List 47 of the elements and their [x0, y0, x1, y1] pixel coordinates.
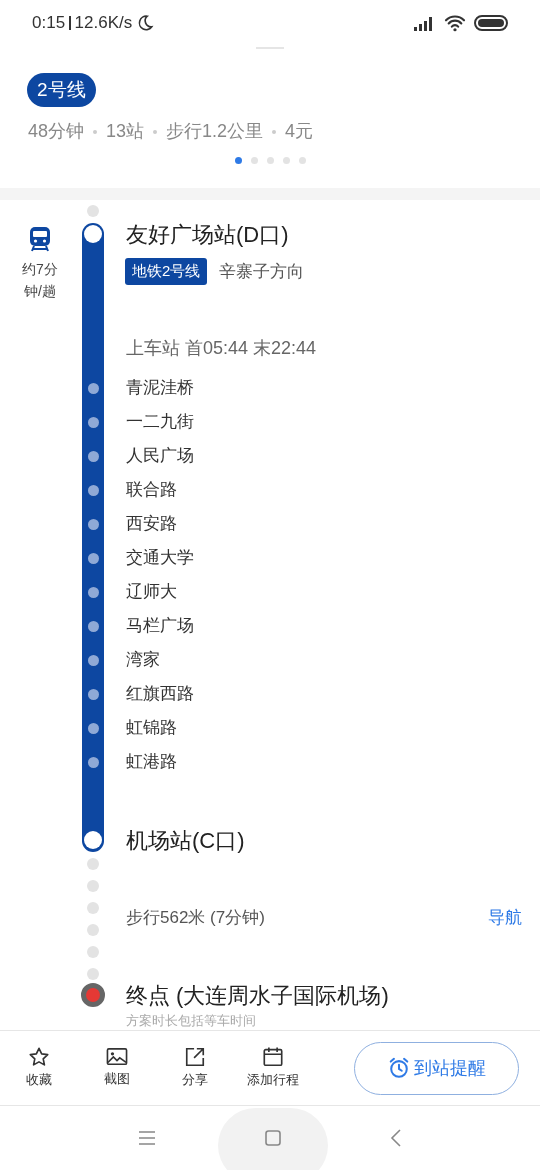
- stop-name: 人民广场: [125, 445, 195, 468]
- alarm-clock-icon: [387, 1057, 410, 1079]
- wifi-icon: [444, 14, 466, 32]
- toolbar-button[interactable]: 分享: [156, 1046, 234, 1090]
- toolbar-button[interactable]: 截图: [78, 1047, 156, 1089]
- route-summary-item: 48分钟: [28, 120, 85, 143]
- stop-name: 马栏广场: [125, 615, 195, 638]
- navigation-link[interactable]: 导航: [488, 904, 522, 931]
- station-name: 友好广场站(D口): [125, 222, 290, 249]
- toolbar-button[interactable]: 添加行程: [234, 1046, 312, 1090]
- stop-name: 交通大学: [125, 547, 195, 570]
- route-summary-item: 13站: [106, 120, 145, 143]
- menu-icon[interactable]: [138, 1131, 156, 1145]
- line-tag: 地铁2号线: [125, 258, 208, 285]
- route-summary-item: 步行1.2公里: [166, 120, 264, 143]
- stop-name: 一二九街: [125, 411, 195, 434]
- stop-name: 虹锦路: [125, 717, 178, 740]
- train-icon: [29, 226, 51, 252]
- moon-icon: [136, 14, 155, 32]
- stop-name: 红旗西路: [125, 683, 195, 706]
- stop-name: 联合路: [125, 479, 178, 502]
- network-speed: 12.6K/s: [74, 12, 133, 35]
- star-icon: [28, 1046, 50, 1069]
- image-icon: [106, 1047, 128, 1068]
- home-icon: [265, 1130, 281, 1146]
- line-badge: 2号线: [27, 73, 96, 107]
- stop-name: 虹港路: [125, 751, 178, 774]
- battery-icon: [474, 15, 508, 31]
- calendar-icon: [262, 1046, 284, 1069]
- stop-name: 西安路: [125, 513, 178, 536]
- stop-name: 湾家: [125, 649, 161, 672]
- destination-name: 终点 (大连周水子国际机场): [125, 982, 390, 1008]
- destination-marker: [81, 983, 105, 1007]
- direction-text: 辛寨子方向: [219, 260, 305, 283]
- headway-text: 约7分钟/趟: [21, 260, 59, 301]
- station-name: 机场站(C口): [125, 827, 246, 855]
- stop-name: 青泥洼桥: [125, 377, 195, 400]
- back-icon[interactable]: [390, 1129, 402, 1147]
- stop-name: 辽师大: [125, 581, 178, 604]
- share-icon: [184, 1046, 206, 1069]
- walk-text: 步行562米 (7分钟): [126, 906, 265, 929]
- route-summary-item: 4元: [285, 120, 314, 143]
- home-button[interactable]: [218, 1108, 328, 1170]
- toolbar-button[interactable]: 收藏: [0, 1046, 78, 1090]
- note-text: 方案时长包括等车时间: [125, 1011, 257, 1030]
- boarding-info: 上车站 首05:44 末22:44: [125, 337, 318, 360]
- status-time: 0:15: [32, 12, 66, 35]
